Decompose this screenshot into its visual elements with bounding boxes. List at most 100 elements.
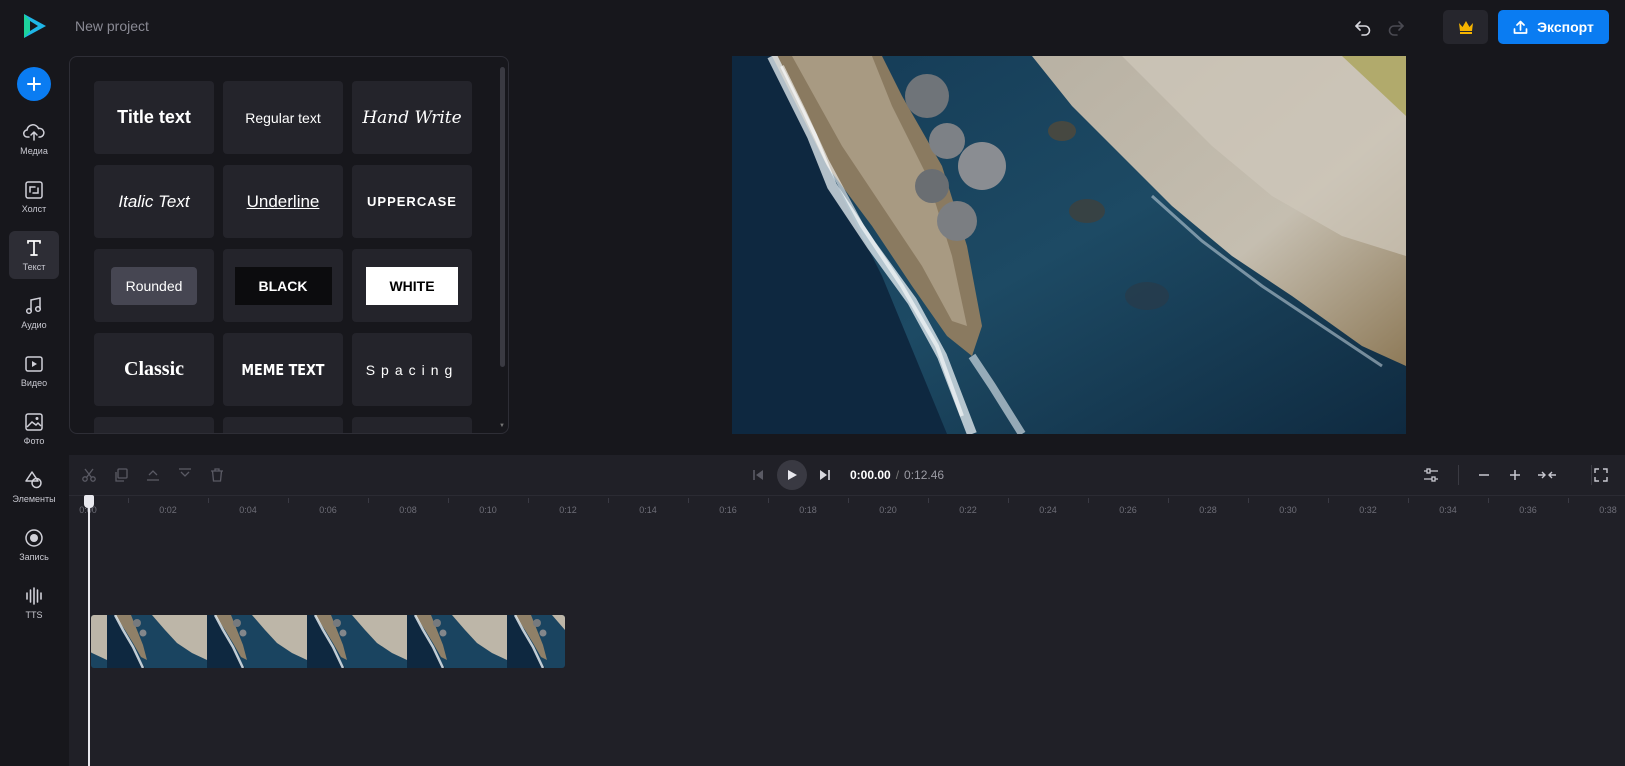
text-style-spacing[interactable]: Spacing — [352, 333, 472, 406]
plus-icon — [27, 77, 41, 91]
ruler-tick — [1088, 498, 1089, 503]
text-style-rounded[interactable]: Rounded — [94, 249, 214, 322]
sidebar-item-label: Запись — [19, 552, 49, 562]
text-style-meme[interactable]: MEME TEXT — [223, 333, 343, 406]
app-logo-icon[interactable] — [19, 11, 49, 41]
ruler-time-label: 0:36 — [1519, 505, 1537, 515]
ruler-tick — [288, 498, 289, 503]
timeline-settings-button[interactable] — [1421, 465, 1441, 485]
move-down-icon — [179, 468, 191, 477]
split-button[interactable] — [79, 465, 99, 485]
clip-thumbnail — [107, 615, 207, 668]
text-style-title[interactable]: Title text — [94, 81, 214, 154]
waveform-icon — [23, 585, 45, 607]
text-style-white[interactable]: WHITE — [352, 249, 472, 322]
sliders-icon — [1424, 468, 1438, 482]
text-style-handwrite[interactable]: Hand Write — [352, 81, 472, 154]
ruler-time-label: 0:02 — [159, 505, 177, 515]
sidebar-item-label: Текст — [22, 262, 46, 272]
style-label: Underline — [246, 191, 320, 211]
sidebar-item-audio[interactable]: Аудио — [9, 289, 59, 337]
sidebar-item-label: Холст — [21, 204, 47, 214]
sidebar-item-photo[interactable]: Фото — [9, 405, 59, 453]
project-name[interactable]: New project — [75, 18, 149, 34]
premium-button[interactable] — [1443, 10, 1488, 44]
current-time: 0:00.00 — [850, 468, 891, 482]
add-button[interactable] — [17, 67, 51, 101]
skip-back-button[interactable] — [748, 465, 768, 485]
sidebar-item-label: Фото — [23, 436, 45, 446]
sidebar-item-record[interactable]: Запись — [9, 521, 59, 569]
style-label: MEME TEXT — [241, 360, 325, 379]
timeline-ruler[interactable]: 0:000:020:040:060:080:100:120:140:160:18… — [69, 495, 1625, 517]
undo-button[interactable] — [1350, 14, 1376, 40]
text-icon — [23, 237, 45, 259]
text-style-more[interactable] — [223, 417, 343, 433]
left-sidebar: Медиа Холст Текст Аудио Видео Фото Элеме… — [0, 52, 67, 766]
text-style-classic[interactable]: Classic — [94, 333, 214, 406]
zoom-out-button[interactable] — [1474, 465, 1494, 485]
sidebar-item-label: Аудио — [21, 320, 47, 330]
sidebar-item-media[interactable]: Медиа — [9, 115, 59, 163]
sidebar-item-text[interactable]: Текст — [9, 231, 59, 279]
text-style-italic[interactable]: Italic Text — [94, 165, 214, 238]
duplicate-button[interactable] — [111, 465, 131, 485]
skip-back-icon — [753, 470, 763, 480]
clip-thumbnail — [407, 615, 507, 668]
ruler-time-label: 0:28 — [1199, 505, 1217, 515]
move-down-button[interactable] — [175, 465, 195, 485]
zoom-in-button[interactable] — [1505, 465, 1525, 485]
style-label: Spacing — [365, 361, 459, 378]
ruler-tick — [1248, 498, 1249, 503]
sidebar-item-video[interactable]: Видео — [9, 347, 59, 395]
delete-button[interactable] — [207, 465, 227, 485]
text-style-more[interactable] — [94, 417, 214, 433]
sidebar-item-canvas[interactable]: Холст — [9, 173, 59, 221]
total-time: 0:12.46 — [904, 468, 945, 482]
minus-icon — [1479, 474, 1489, 476]
export-label: Экспорт — [1537, 19, 1594, 35]
playhead-handle[interactable] — [84, 495, 94, 508]
text-style-uppercase[interactable]: UPPERCASE — [352, 165, 472, 238]
time-display: 0:00.00 / 0:12.46 — [850, 468, 944, 482]
text-style-more[interactable] — [352, 417, 472, 433]
video-clip[interactable] — [91, 615, 565, 668]
sidebar-item-tts[interactable]: TTS — [9, 579, 59, 627]
style-label: Italic Text — [118, 191, 190, 211]
skip-forward-button[interactable] — [815, 465, 835, 485]
ruler-tick — [1408, 498, 1409, 503]
text-styles-panel: Title text Regular text Hand Write Itali… — [69, 56, 509, 434]
clip-thumbnail — [307, 615, 407, 668]
scroll-down-arrow-icon[interactable]: ▼ — [499, 423, 505, 429]
export-button[interactable]: Экспорт — [1498, 10, 1609, 44]
trash-icon — [211, 468, 223, 482]
text-style-underline[interactable]: Underline — [223, 165, 343, 238]
upload-cloud-icon — [23, 121, 45, 143]
ruler-time-label: 0:14 — [639, 505, 657, 515]
style-label: Hand Write — [362, 107, 462, 128]
ruler-tick — [208, 498, 209, 503]
shapes-icon — [23, 469, 45, 491]
ruler-tick — [368, 498, 369, 503]
clip-thumbnail — [507, 615, 565, 668]
fullscreen-button[interactable] — [1591, 465, 1611, 485]
ruler-tick — [1008, 498, 1009, 503]
fit-timeline-button[interactable] — [1537, 465, 1557, 485]
timeline-toolbar: 0:00.00 / 0:12.46 — [69, 455, 1625, 495]
move-up-button[interactable] — [143, 465, 163, 485]
ruler-time-label: 0:06 — [319, 505, 337, 515]
text-style-black[interactable]: BLACK — [223, 249, 343, 322]
fullscreen-icon — [1594, 468, 1608, 482]
style-label: BLACK — [234, 266, 332, 305]
style-label: Title text — [117, 107, 191, 127]
sidebar-item-label: Медиа — [20, 146, 48, 156]
sidebar-item-elements[interactable]: Элементы — [9, 463, 59, 511]
panel-scrollbar[interactable] — [500, 67, 505, 367]
ruler-time-label: 0:38 — [1599, 505, 1617, 515]
play-button[interactable] — [777, 460, 807, 490]
text-style-regular[interactable]: Regular text — [223, 81, 343, 154]
ruler-time-label: 0:04 — [239, 505, 257, 515]
redo-button[interactable] — [1383, 14, 1409, 40]
skip-forward-icon — [820, 470, 830, 480]
video-preview[interactable] — [732, 56, 1406, 434]
